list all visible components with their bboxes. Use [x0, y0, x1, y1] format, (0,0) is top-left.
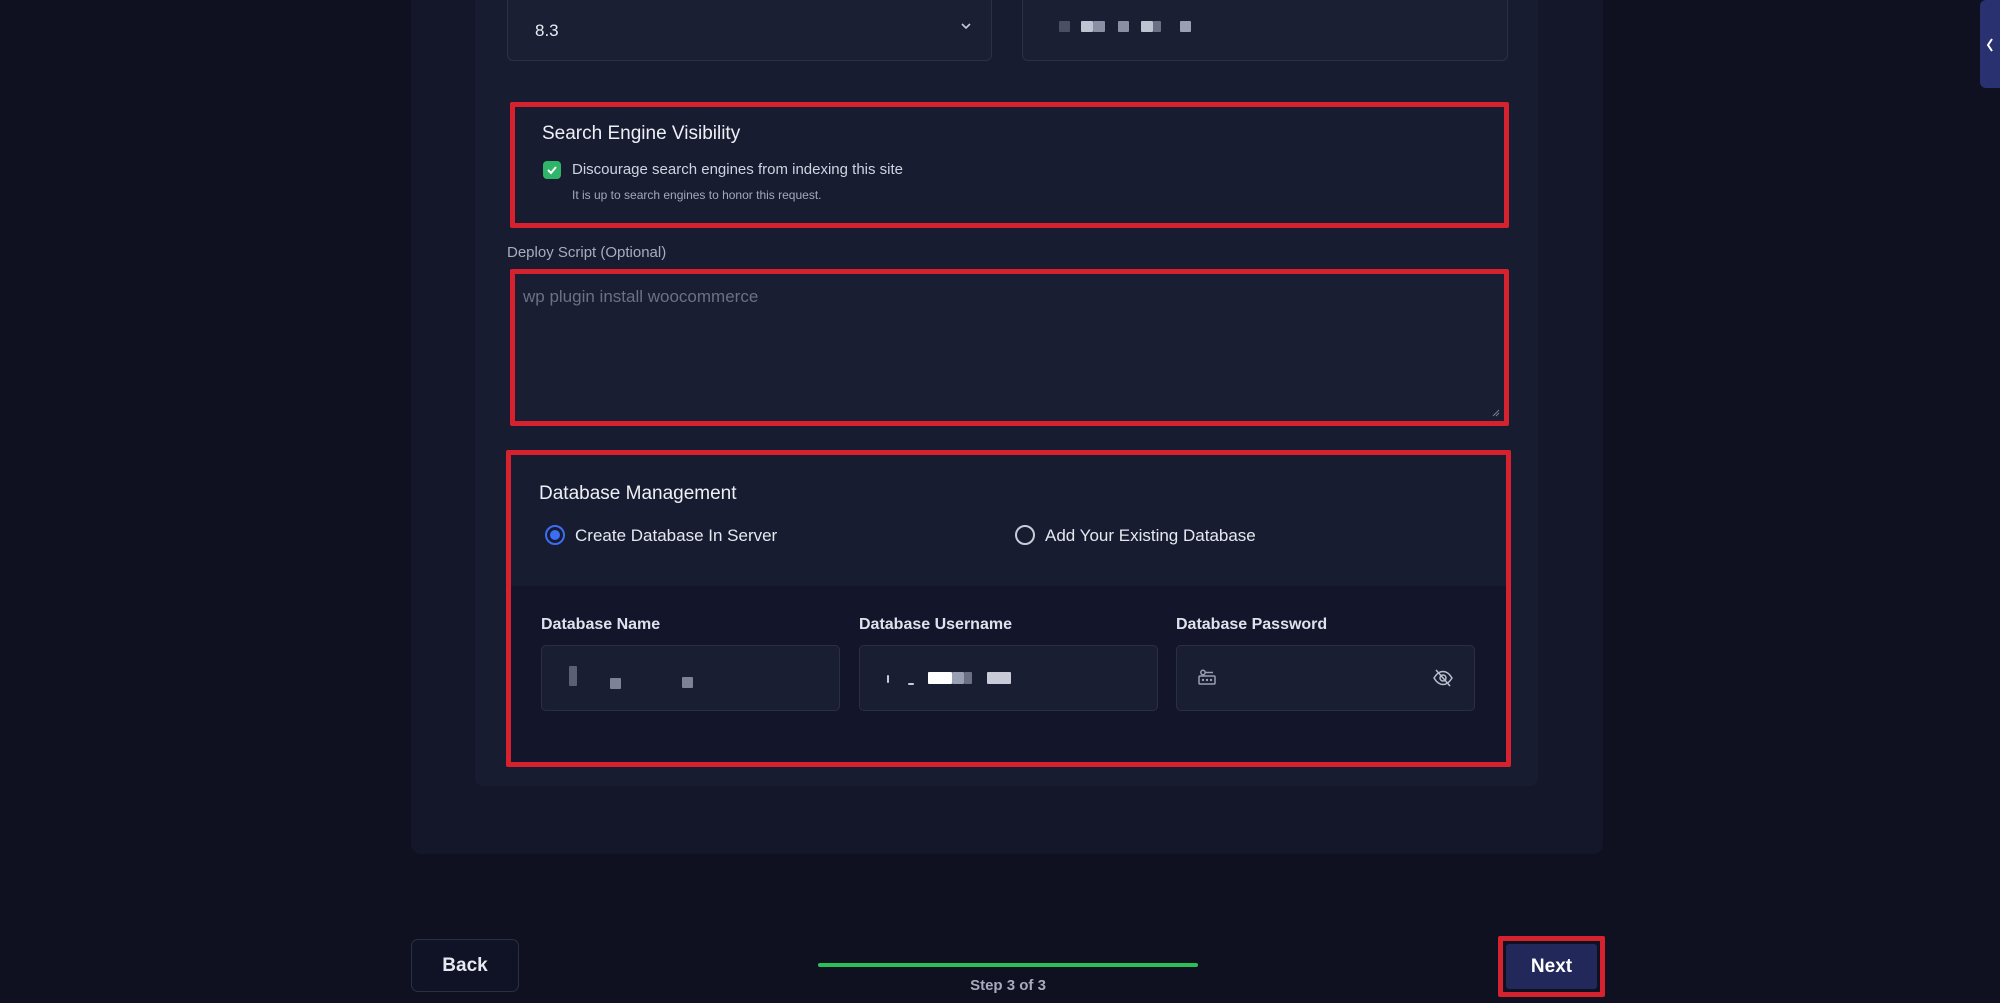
database-password-input[interactable]: [1176, 645, 1475, 711]
database-password-label: Database Password: [1176, 616, 1328, 633]
redacted-field[interactable]: [1022, 0, 1508, 61]
back-button[interactable]: Back: [411, 939, 519, 992]
database-management-section: Database Management Create Database In S…: [506, 450, 1511, 767]
deploy-script-label: Deploy Script (Optional): [507, 244, 667, 261]
existing-database-label[interactable]: Add Your Existing Database: [1045, 526, 1256, 546]
create-database-radio[interactable]: [545, 525, 565, 545]
discourage-indexing-checkbox[interactable]: [543, 161, 561, 179]
create-database-label[interactable]: Create Database In Server: [575, 526, 777, 546]
php-version-select[interactable]: 8.3: [507, 0, 992, 61]
sidebar-toggle-tab[interactable]: [1980, 0, 2000, 88]
database-username-label: Database Username: [859, 616, 1012, 633]
deploy-script-input[interactable]: [515, 274, 1504, 421]
database-fields-area: Database Name Database Username Database…: [511, 586, 1506, 762]
next-button-highlight: Next: [1498, 936, 1605, 997]
next-button[interactable]: Next: [1506, 944, 1597, 989]
database-name-label: Database Name: [541, 616, 661, 633]
password-key-icon: [1198, 669, 1216, 685]
progress-bar-fill: [818, 963, 1198, 967]
search-engine-visibility-section: Search Engine Visibility Discourage sear…: [510, 102, 1509, 228]
database-username-input[interactable]: [859, 645, 1158, 711]
chevron-down-icon: [961, 23, 971, 30]
eye-off-icon[interactable]: [1432, 667, 1454, 689]
chevron-left-icon: [1986, 38, 1993, 52]
checkmark-icon: [547, 166, 557, 175]
php-version-value: 8.3: [535, 21, 559, 40]
search-engine-visibility-title: Search Engine Visibility: [542, 123, 741, 144]
existing-database-radio[interactable]: [1015, 525, 1035, 545]
discourage-indexing-label[interactable]: Discourage search engines from indexing …: [572, 161, 903, 178]
step-indicator: Step 3 of 3: [970, 977, 1046, 994]
progress-bar: [818, 963, 1198, 967]
deploy-script-section: [510, 269, 1509, 426]
resize-handle-icon[interactable]: [1492, 409, 1500, 417]
database-name-input[interactable]: [541, 645, 840, 711]
database-management-title: Database Management: [539, 483, 737, 504]
discourage-indexing-note: It is up to search engines to honor this…: [572, 188, 822, 202]
